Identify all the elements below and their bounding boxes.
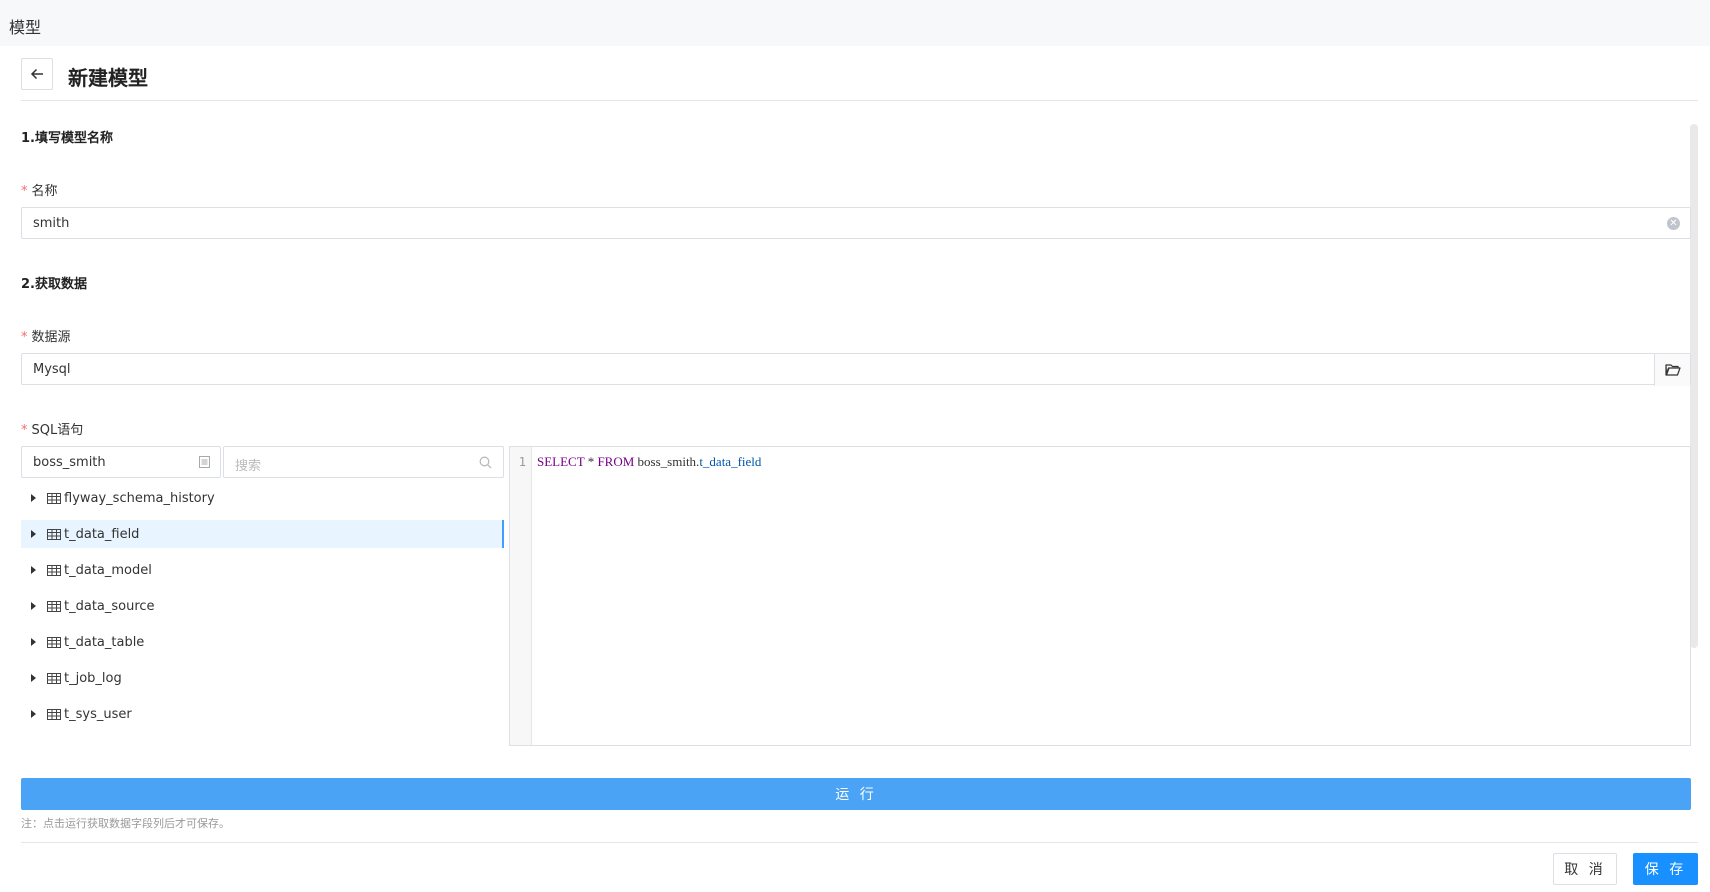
datasource-input[interactable]: Mysql xyxy=(21,353,1691,386)
form-scrollbar[interactable] xyxy=(1690,124,1698,648)
line-number: 1 xyxy=(518,455,526,469)
table-tree-label: t_data_field xyxy=(64,526,140,542)
sql-code-line: SELECT * FROM boss_smith.t_data_field xyxy=(537,454,761,470)
sql-label-text: SQL语句 xyxy=(31,423,84,438)
datasource-label: * 数据源 xyxy=(21,326,71,345)
table-tree-item[interactable]: t_data_source xyxy=(21,592,504,620)
table-tree-item[interactable]: t_data_table xyxy=(21,628,504,656)
sql-label: * SQL语句 xyxy=(21,419,83,438)
name-input-value: smith xyxy=(33,216,70,231)
section-name-title: 1.填写模型名称 xyxy=(21,131,113,146)
table-tree-label: t_data_table xyxy=(64,634,145,650)
sql-editor[interactable]: 1 SELECT * FROM boss_smith.t_data_field xyxy=(509,446,1691,746)
clear-icon[interactable]: ✕ xyxy=(1667,217,1680,230)
page-header: 新建模型 xyxy=(21,56,1698,101)
footer-divider xyxy=(21,842,1698,843)
run-note: 注：点击运行获取数据字段列后才可保存。 xyxy=(21,817,230,830)
table-icon xyxy=(47,636,61,648)
sql-star: * xyxy=(587,454,595,469)
caret-right-icon[interactable] xyxy=(31,602,36,610)
breadcrumb-title: 模型 xyxy=(9,18,42,37)
table-tree-label: flyway_schema_history xyxy=(64,490,215,506)
editor-gutter: 1 xyxy=(510,447,532,745)
table-tree-item[interactable]: t_data_model xyxy=(21,556,504,584)
save-button[interactable]: 保 存 xyxy=(1633,853,1698,885)
sql-table: t_data_field xyxy=(699,454,762,469)
table-icon xyxy=(47,528,61,540)
table-tree-label: t_data_source xyxy=(64,598,155,614)
table-icon xyxy=(47,600,61,612)
sql-keyword-select: SELECT xyxy=(537,454,585,469)
datasource-browse-button[interactable] xyxy=(1654,354,1690,386)
sql-keyword-from: FROM xyxy=(597,454,635,469)
table-icon xyxy=(47,492,61,504)
caret-right-icon[interactable] xyxy=(31,674,36,682)
table-icon xyxy=(47,708,61,720)
cancel-button[interactable]: 取 消 xyxy=(1553,853,1617,885)
table-tree-label: t_job_log xyxy=(64,670,122,686)
caret-right-icon[interactable] xyxy=(31,494,36,502)
table-tree-item[interactable]: flyway_schema_history xyxy=(21,484,504,512)
table-tree-label: t_data_model xyxy=(64,562,152,578)
folder-open-icon xyxy=(1664,364,1681,376)
table-tree-item[interactable]: t_sys_user xyxy=(21,700,504,728)
required-asterisk: * xyxy=(21,423,28,438)
back-button[interactable] xyxy=(21,58,53,90)
table-icon xyxy=(47,564,61,576)
table-tree-item[interactable]: t_data_field xyxy=(21,520,504,548)
table-tree-item[interactable]: t_job_log xyxy=(21,664,504,692)
caret-right-icon[interactable] xyxy=(31,710,36,718)
datasource-input-value: Mysql xyxy=(33,362,71,377)
caret-right-icon[interactable] xyxy=(31,530,36,538)
caret-right-icon[interactable] xyxy=(31,566,36,574)
top-bar: 模型 xyxy=(0,0,1710,46)
arrow-left-icon xyxy=(30,68,43,80)
name-input[interactable]: smith ✕ xyxy=(21,207,1691,239)
required-asterisk: * xyxy=(21,184,28,199)
sql-schema: boss_smith. xyxy=(637,454,700,469)
caret-right-icon[interactable] xyxy=(31,638,36,646)
run-button[interactable]: 运 行 xyxy=(21,778,1691,810)
page-title: 新建模型 xyxy=(68,66,148,90)
table-tree: flyway_schema_history t_data_field t_data_… xyxy=(21,446,504,746)
table-tree-label: t_sys_user xyxy=(64,706,132,722)
name-label-text: 名称 xyxy=(31,184,58,199)
table-icon xyxy=(47,672,61,684)
required-asterisk: * xyxy=(21,330,28,345)
section-data-title: 2.获取数据 xyxy=(21,277,87,292)
name-label: * 名称 xyxy=(21,180,58,199)
datasource-label-text: 数据源 xyxy=(31,330,71,345)
